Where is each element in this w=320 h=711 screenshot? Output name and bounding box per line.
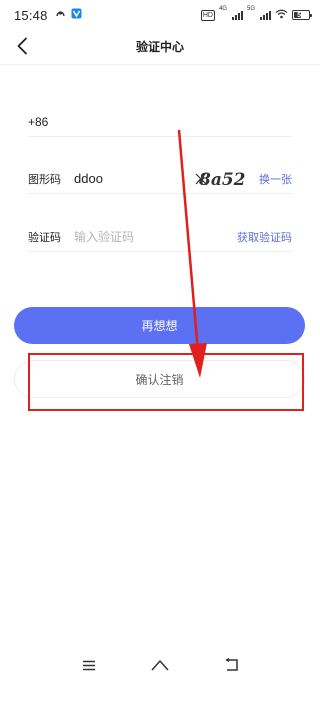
phone-prefix: +86 (28, 114, 49, 129)
hd-badge: HD (200, 9, 215, 21)
verification-code-input[interactable] (74, 225, 194, 248)
header-divider (0, 64, 320, 65)
captcha-row: 图形码 8a52 换一张 (28, 164, 292, 194)
phone-row: +86 (28, 107, 292, 137)
nav-bar (0, 650, 320, 680)
annotation-highlight-box (28, 353, 304, 411)
think-again-button[interactable]: 再想想 (14, 307, 305, 344)
captcha-text: 8a52 (198, 170, 246, 190)
page-title: 验证中心 (135, 39, 184, 54)
chevron-left-icon (17, 37, 27, 55)
nav-home-button[interactable] (148, 654, 172, 676)
back-button[interactable] (10, 34, 34, 58)
code-row: 验证码 获取验证码 (28, 222, 292, 252)
nav-back-button[interactable] (220, 654, 244, 676)
captcha-label: 图形码 (28, 173, 61, 186)
back-icon (225, 658, 238, 671)
header: 验证中心 (0, 30, 320, 62)
notification-app-icon-2 (71, 6, 82, 24)
home-icon (151, 660, 169, 671)
network-label-4g: 4G (218, 6, 227, 12)
status-time: 15:48 (14, 7, 48, 23)
get-code-button[interactable]: 获取验证码 (237, 229, 292, 245)
network-label-5g: 5G (246, 6, 255, 12)
notification-app-icon (55, 6, 66, 24)
signal-icon (231, 10, 243, 20)
captcha-input[interactable] (74, 167, 174, 190)
status-bar: 15:48 HD 4G 5G 51 (0, 0, 320, 30)
nav-menu-button[interactable] (77, 654, 101, 676)
status-left-icons (55, 6, 82, 24)
wifi-icon (275, 6, 288, 24)
refresh-captcha-link[interactable]: 换一张 (259, 171, 292, 187)
captcha-image[interactable]: 8a52 (195, 168, 247, 190)
battery-level: 51 (297, 11, 305, 19)
battery-icon: 51 (292, 10, 312, 20)
status-right-icons: HD 4G 5G 51 (200, 6, 312, 24)
signal-icon-2 (260, 10, 271, 20)
menu-icon (83, 660, 95, 670)
code-label: 验证码 (28, 231, 61, 244)
